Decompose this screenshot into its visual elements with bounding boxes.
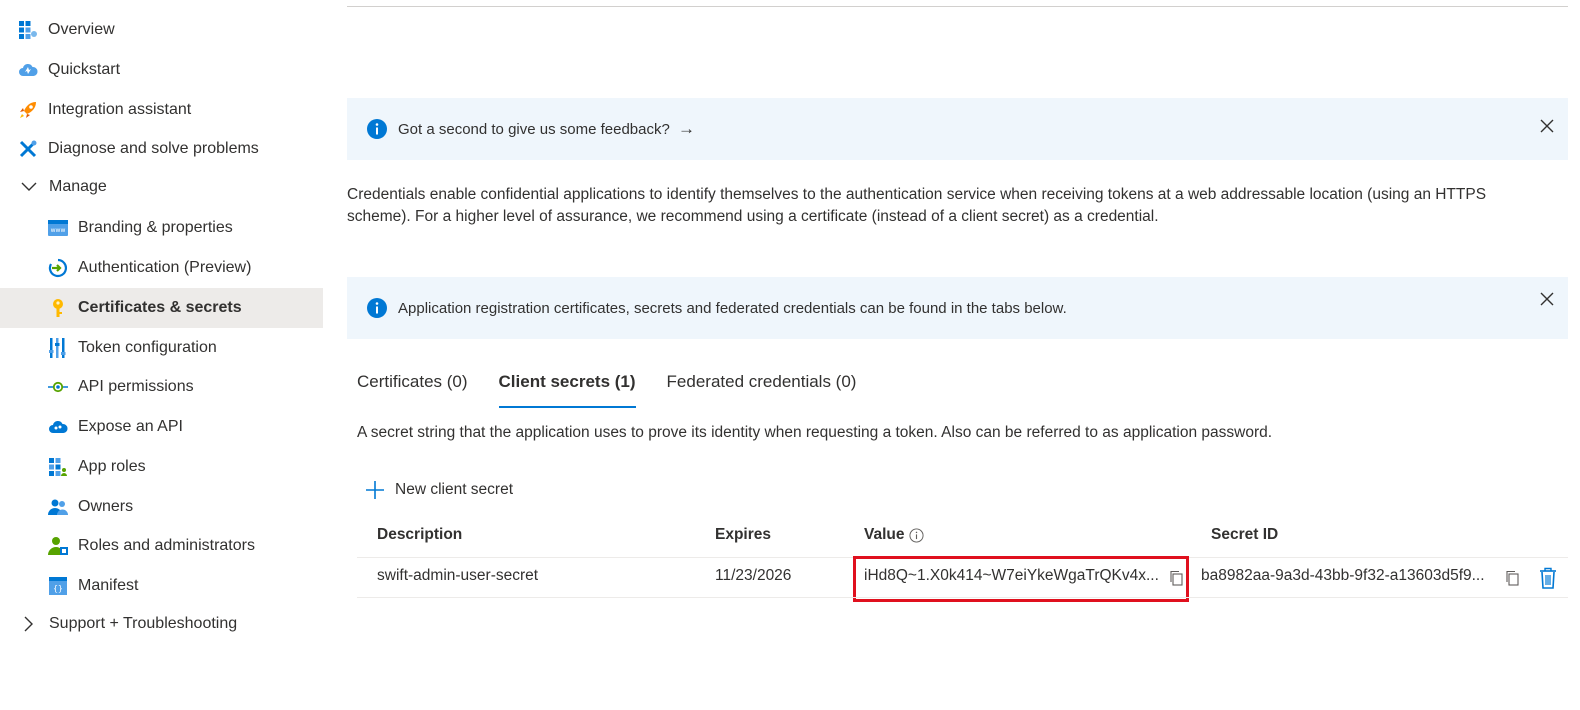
sidebar-item-quickstart[interactable]: Quickstart bbox=[0, 50, 323, 90]
svg-text:www: www bbox=[51, 227, 66, 234]
sidebar-item-token-configuration[interactable]: Token configuration bbox=[0, 328, 323, 368]
sidebar-item-label: Integration assistant bbox=[48, 101, 192, 118]
sidebar-item-owners[interactable]: Owners bbox=[0, 487, 323, 527]
sidebar-item-label: Manifest bbox=[78, 577, 139, 594]
sidebar-item-overview[interactable]: Overview bbox=[0, 10, 323, 50]
sidebar-group-manage[interactable]: Manage bbox=[0, 167, 323, 207]
value-highlight-box bbox=[853, 556, 1189, 602]
sidebar-item-label: Branding & properties bbox=[78, 219, 233, 236]
quickstart-cloud-icon bbox=[18, 60, 38, 80]
sidebar-item-api-permissions[interactable]: API permissions bbox=[0, 367, 323, 407]
feedback-link[interactable]: Got a second to give us some feedback? → bbox=[398, 119, 695, 139]
tab-client-secrets[interactable]: Client secrets (1) bbox=[498, 372, 636, 408]
tab-federated-credentials[interactable]: Federated credentials (0) bbox=[667, 372, 857, 408]
sidebar-item-certificates-secrets[interactable]: Certificates & secrets bbox=[0, 288, 323, 328]
token-bars-icon bbox=[48, 338, 68, 358]
sidebar-item-authentication[interactable]: Authentication (Preview) bbox=[0, 248, 323, 288]
sidebar-group-support[interactable]: Support + Troubleshooting bbox=[0, 604, 323, 644]
secret-description-cell: swift-admin-user-secret bbox=[377, 567, 539, 584]
delete-trash-icon[interactable] bbox=[1538, 567, 1558, 589]
column-header-value: Value bbox=[864, 526, 924, 544]
sidebar-item-roles-administrators[interactable]: Roles and administrators bbox=[0, 526, 323, 566]
svg-text:{}: {} bbox=[53, 584, 63, 593]
arrow-right-icon: → bbox=[678, 119, 696, 138]
column-header-secret-id: Secret ID bbox=[1211, 526, 1279, 543]
sidebar-item-label: Authentication (Preview) bbox=[78, 259, 252, 276]
sidebar-item-label: Manage bbox=[49, 178, 107, 195]
feedback-text: Got a second to give us some feedback? bbox=[398, 121, 670, 138]
sidebar-item-label: Overview bbox=[48, 21, 115, 38]
column-header-value-label: Value bbox=[864, 526, 905, 543]
credentials-description: Credentials enable confidential applicat… bbox=[347, 186, 1487, 225]
secrets-description: A secret string that the application use… bbox=[357, 424, 1273, 441]
sidebar-item-label: Support + Troubleshooting bbox=[49, 615, 238, 632]
sidebar-item-label: Expose an API bbox=[78, 418, 183, 435]
tab-certificates[interactable]: Certificates (0) bbox=[357, 372, 468, 408]
roles-admin-icon bbox=[48, 536, 68, 556]
info-circle-icon[interactable] bbox=[908, 527, 924, 543]
sidebar-item-diagnose[interactable]: Diagnose and solve problems bbox=[0, 129, 323, 169]
chevron-down-icon bbox=[18, 177, 40, 197]
secret-id-cell: ba8982aa-9a3d-43bb-9f32-a13603d5f9... bbox=[1201, 567, 1485, 584]
sidebar-item-label: Roles and administrators bbox=[78, 537, 255, 554]
secret-expires-cell: 11/23/2026 bbox=[715, 567, 792, 584]
plus-icon bbox=[366, 481, 384, 499]
column-header-expires: Expires bbox=[715, 526, 772, 543]
info-icon bbox=[367, 298, 387, 318]
column-header-description: Description bbox=[377, 526, 463, 543]
sidebar-item-label: API permissions bbox=[78, 378, 194, 395]
sidebar-item-branding[interactable]: www Branding & properties bbox=[0, 208, 323, 248]
branding-icon: www bbox=[48, 218, 68, 238]
feedback-banner: Got a second to give us some feedback? → bbox=[347, 98, 1568, 160]
close-icon[interactable] bbox=[1540, 119, 1554, 133]
manifest-icon: {} bbox=[48, 576, 68, 596]
sidebar-item-label: App roles bbox=[78, 458, 146, 475]
main-content: Got a second to give us some feedback? →… bbox=[347, 0, 1580, 710]
key-icon bbox=[48, 298, 68, 318]
sidebar-item-label: Token configuration bbox=[78, 339, 217, 356]
sidebar-item-label: Diagnose and solve problems bbox=[48, 140, 259, 157]
expose-api-cloud-icon bbox=[48, 417, 68, 437]
sidebar-item-label: Certificates & secrets bbox=[78, 299, 242, 316]
overview-grid-icon bbox=[18, 20, 38, 40]
authentication-icon bbox=[48, 258, 68, 278]
tools-icon bbox=[18, 139, 38, 159]
sidebar-item-expose-api[interactable]: Expose an API bbox=[0, 407, 323, 447]
divider bbox=[347, 6, 1568, 7]
info-banner: Application registration certificates, s… bbox=[347, 277, 1568, 339]
api-permissions-icon bbox=[48, 377, 68, 397]
copy-secret-id-icon[interactable] bbox=[1505, 570, 1521, 586]
close-icon[interactable] bbox=[1540, 292, 1554, 306]
sidebar: Overview Quickstart Integration assistan… bbox=[0, 0, 323, 710]
new-client-secret-label: New client secret bbox=[395, 481, 514, 498]
credential-tabs: Certificates (0) Client secrets (1) Fede… bbox=[357, 372, 887, 408]
sidebar-item-app-roles[interactable]: App roles bbox=[0, 447, 323, 487]
owners-people-icon bbox=[48, 497, 68, 517]
table-row-divider bbox=[357, 597, 1568, 598]
new-client-secret-button[interactable]: New client secret bbox=[365, 480, 513, 500]
rocket-icon bbox=[18, 100, 38, 120]
sidebar-item-integration-assistant[interactable]: Integration assistant bbox=[0, 90, 323, 130]
sidebar-item-manifest[interactable]: {} Manifest bbox=[0, 566, 323, 606]
info-banner-text: Application registration certificates, s… bbox=[398, 299, 1067, 317]
info-icon bbox=[367, 119, 387, 139]
chevron-right-icon bbox=[18, 614, 40, 634]
sidebar-item-label: Quickstart bbox=[48, 61, 121, 78]
app-roles-grid-icon bbox=[48, 457, 68, 477]
sidebar-item-label: Owners bbox=[78, 498, 134, 515]
